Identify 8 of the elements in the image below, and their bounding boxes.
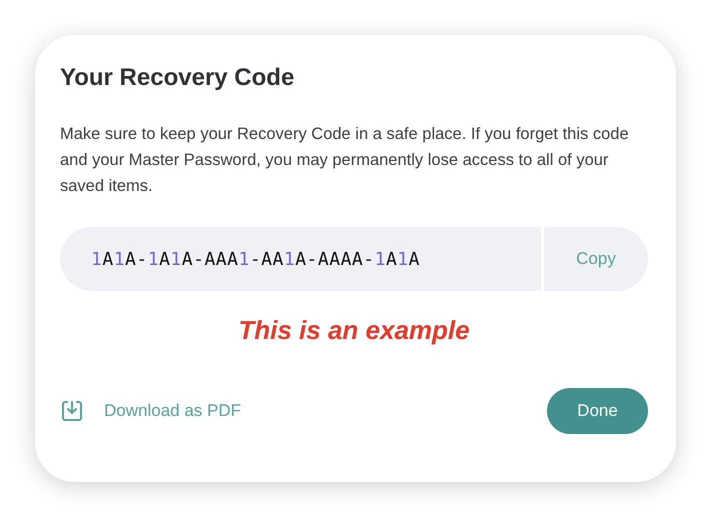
recovery-code: 1A1A-1A1A-AAA1-AA1A-AAAA-1A1A — [90, 248, 421, 272]
done-button[interactable]: Done — [547, 388, 648, 434]
warning-message: Make sure to keep your Recovery Code in a safe place. If you forget this code and your Master Password, you may permanently lose access to all of your saved items. — [60, 124, 630, 197]
copy-button[interactable]: Copy — [541, 227, 648, 291]
example-note: This is an example — [238, 315, 470, 346]
dialog-title: Your Recovery Code — [60, 63, 296, 93]
download-icon — [60, 399, 84, 423]
download-link[interactable]: Download as PDF — [60, 399, 242, 423]
